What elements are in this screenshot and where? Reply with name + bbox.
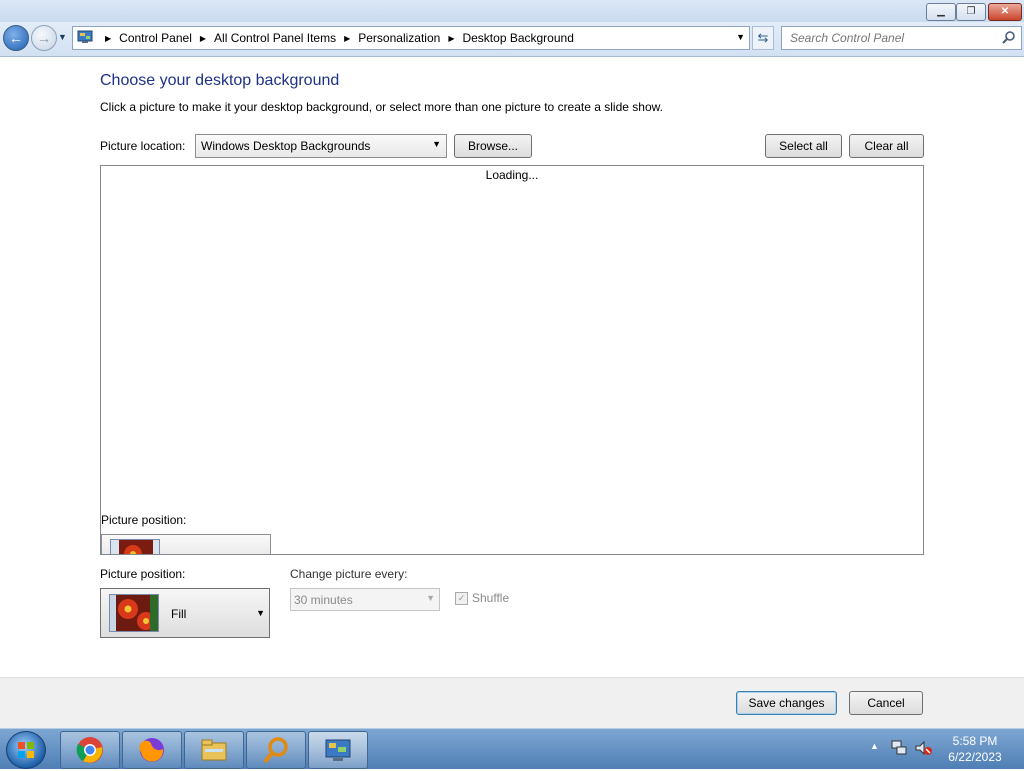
breadcrumb-all-items[interactable]: All Control Panel Items [214, 31, 336, 45]
taskbar-clock[interactable]: 5:58 PM 6/22/2023 [940, 733, 1010, 765]
taskbar-chrome-button[interactable] [60, 731, 120, 769]
close-button[interactable]: ✕ [988, 3, 1022, 21]
chevron-down-icon: ▼ [432, 139, 441, 149]
file-explorer-icon [201, 739, 227, 761]
breadcrumb-control-panel[interactable]: Control Panel [119, 31, 192, 45]
checkbox-check-icon: ✓ [455, 591, 468, 605]
select-all-button[interactable]: Select all [765, 134, 842, 158]
control-panel-icon [325, 739, 351, 761]
control-panel-icon [77, 30, 93, 43]
taskbar-firefox-button[interactable] [122, 731, 182, 769]
show-hidden-icons-icon[interactable]: ▲ [870, 741, 879, 751]
picture-gallery[interactable]: Loading... [100, 165, 924, 502]
picture-location-select[interactable]: Windows Desktop Backgrounds ▼ [195, 134, 447, 158]
search-icon[interactable] [1002, 30, 1016, 44]
taskbar: ▲ [0, 728, 1024, 769]
search-magnifier-icon [263, 737, 288, 764]
browse-button[interactable]: Browse... [454, 134, 532, 158]
taskbar-explorer-button[interactable] [184, 731, 244, 769]
clock-time: 5:58 PM [952, 734, 998, 748]
search-box[interactable] [781, 26, 1022, 50]
breadcrumb-desktop-background[interactable]: Desktop Background [462, 31, 573, 45]
chevron-down-icon: ▼ [256, 608, 265, 618]
windows-logo-icon [18, 742, 34, 758]
change-picture-label: Change picture every: [290, 567, 408, 581]
picture-location-label: Picture location: [100, 139, 186, 153]
firefox-icon [139, 738, 164, 762]
flower-thumbnail-icon [109, 594, 159, 632]
loading-text: Loading... [485, 168, 539, 182]
breadcrumb-personalization[interactable]: Personalization [358, 31, 440, 45]
search-input[interactable] [788, 27, 997, 49]
window-title-bar: ▁ ❐ ✕ [0, 0, 1024, 22]
change-picture-select[interactable]: 30 minutes ▼ [290, 588, 440, 611]
refresh-button[interactable]: ⇆ [752, 26, 774, 50]
chrome-icon [76, 737, 103, 763]
chevron-right-icon[interactable]: ▶ [448, 34, 454, 43]
shuffle-label: Shuffle [472, 591, 510, 605]
picture-position-value: Fill [171, 607, 187, 621]
page-title: Choose your desktop background [100, 72, 340, 89]
forward-button[interactable]: → [31, 25, 57, 51]
network-icon[interactable] [890, 739, 908, 757]
breadcrumb: ▶ Control Panel ▶ All Control Panel Item… [97, 27, 574, 49]
arrow-right-icon: → [37, 30, 51, 46]
chevron-right-icon[interactable]: ▶ [105, 34, 111, 43]
minimize-button[interactable]: ▁ [926, 3, 956, 21]
back-button[interactable]: ← [3, 25, 29, 51]
recent-pages-dropdown[interactable]: ▼ [58, 32, 67, 42]
flower-thumbnail-icon [110, 539, 160, 554]
ghost-picture-position-dropdown [101, 534, 271, 554]
arrow-left-icon: ← [9, 30, 23, 46]
start-button[interactable] [6, 731, 46, 769]
page-description: Click a picture to make it your desktop … [100, 100, 663, 114]
chevron-down-icon: ▼ [426, 593, 435, 603]
chevron-right-icon[interactable]: ▶ [344, 34, 350, 43]
save-changes-button[interactable]: Save changes [736, 691, 837, 715]
taskbar-search-button[interactable] [246, 731, 306, 769]
volume-muted-icon[interactable] [914, 739, 932, 757]
picture-position-label: Picture position: [100, 567, 186, 581]
shuffle-checkbox[interactable]: ✓ Shuffle [455, 591, 509, 605]
taskbar-control-panel-button[interactable] [308, 731, 368, 769]
chevron-right-icon[interactable]: ▶ [200, 34, 206, 43]
picture-gallery-ghost: Picture position: [100, 501, 924, 555]
clock-date: 6/22/2023 [948, 750, 1002, 764]
address-bar[interactable]: ▶ Control Panel ▶ All Control Panel Item… [72, 26, 750, 50]
refresh-icon: ⇆ [757, 30, 769, 45]
maximize-button[interactable]: ❐ [956, 3, 986, 21]
picture-location-value: Windows Desktop Backgrounds [201, 139, 371, 153]
cancel-button[interactable]: Cancel [849, 691, 923, 715]
picture-position-dropdown[interactable]: Fill ▼ [100, 588, 270, 638]
chevron-down-icon[interactable]: ▼ [736, 32, 745, 42]
change-picture-value: 30 minutes [294, 593, 353, 607]
navigation-bar: ← → ▼ ▶ Control Panel ▶ All Control Pane… [0, 22, 1024, 57]
ghost-picture-position-label: Picture position: [101, 513, 187, 527]
clear-all-button[interactable]: Clear all [849, 134, 924, 158]
